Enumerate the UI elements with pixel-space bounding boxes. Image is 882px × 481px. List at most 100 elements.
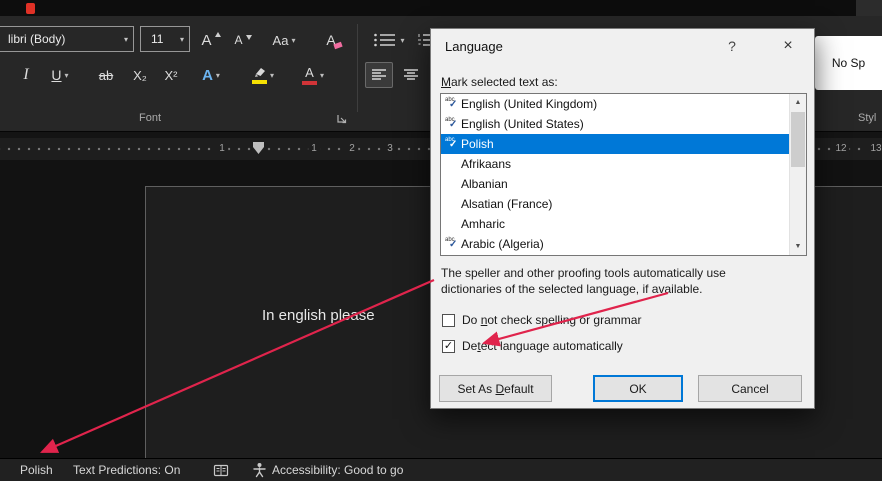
language-option[interactable]: abc ✓ Polish <box>441 134 789 154</box>
no-spellcheck-checkbox[interactable]: ✓ Do not check spelling or grammar <box>442 313 641 327</box>
superscript-button[interactable]: X² <box>157 62 185 88</box>
align-left-button[interactable] <box>365 62 393 88</box>
bullet-list-icon <box>374 33 396 47</box>
ribbon-corner-fragment <box>856 0 882 16</box>
spellcheck-icon: abc ✓ <box>445 97 458 110</box>
language-option[interactable]: abc✓ Alsatian (France) <box>441 194 789 214</box>
text-effects-button[interactable]: A ▾ <box>190 62 232 88</box>
status-bar: Polish Text Predictions: On Accessibilit… <box>0 458 882 481</box>
language-option[interactable]: abc✓ Afrikaans <box>441 154 789 174</box>
language-option-label: English (United States) <box>461 117 584 131</box>
language-option-label: Albanian <box>461 177 508 191</box>
language-status[interactable]: Polish <box>20 459 53 481</box>
spellcheck-icon: abc ✓ <box>445 237 458 250</box>
group-separator <box>357 24 358 112</box>
language-option[interactable]: abc✓ Albanian <box>441 174 789 194</box>
dialog-titlebar: Language ? × <box>431 29 814 63</box>
language-option[interactable]: abc ✓ English (United States) <box>441 114 789 134</box>
language-option-label: Alsatian (France) <box>461 197 553 211</box>
subscript-button[interactable]: X₂ <box>126 62 154 88</box>
font-dialog-launcher[interactable] <box>333 110 349 126</box>
accessibility-status-button[interactable] <box>252 459 267 481</box>
spellcheck-icon: abc ✓ <box>445 137 458 150</box>
clear-formatting-button[interactable]: A <box>314 27 348 53</box>
chevron-down-icon: ▾ <box>400 35 405 45</box>
no-spellcheck-label: Do not check spelling or grammar <box>462 313 642 327</box>
increase-arrow-icon <box>214 32 221 37</box>
proofing-book-icon <box>213 464 229 476</box>
ruler-number: 12 <box>832 142 850 156</box>
chevron-down-icon: ▾ <box>291 35 296 45</box>
font-color-button[interactable]: A ▾ <box>292 62 334 88</box>
language-option-label: Afrikaans <box>461 157 512 171</box>
detect-language-label: Detect language automatically <box>462 339 623 353</box>
close-button[interactable]: × <box>766 29 810 63</box>
ok-button[interactable]: OK <box>593 375 683 402</box>
grow-font-button[interactable]: A <box>196 27 226 53</box>
dialog-launcher-icon <box>336 114 346 123</box>
align-left-icon <box>372 69 386 80</box>
ruler-number: 3 <box>384 142 396 156</box>
titlebar <box>0 0 882 16</box>
style-card-no-spacing[interactable]: No Sp <box>815 36 882 90</box>
word-window: libri (Body) ▾ 11 ▾ A A Aa ▾ A ▾ I U ▾ a… <box>0 0 882 481</box>
set-as-default-button[interactable]: Set As Default <box>439 375 552 402</box>
language-option-label: Polish <box>461 137 494 151</box>
chevron-down-icon: ▾ <box>64 70 69 80</box>
ruler-number: 1 <box>216 142 228 156</box>
italic-button[interactable]: I <box>14 62 38 88</box>
proofing-status-button[interactable] <box>213 459 229 481</box>
bullets-button[interactable]: ▾ <box>365 27 413 53</box>
language-option-label: Arabic (Algeria) <box>461 237 544 251</box>
language-option[interactable]: abc✓ Amharic <box>441 214 789 234</box>
eraser-icon <box>333 41 343 50</box>
font-group-label: Font <box>138 112 161 124</box>
shrink-font-button[interactable]: A <box>229 27 257 53</box>
strikethrough-button[interactable]: ab <box>90 62 122 88</box>
description-text-line1: The speller and other proofing tools aut… <box>441 266 726 280</box>
decrease-arrow-icon <box>245 35 252 40</box>
dialog-title: Language <box>445 38 503 54</box>
chevron-down-icon: ▾ <box>123 34 128 44</box>
spellcheck-icon: abc ✓ <box>445 117 458 130</box>
language-listbox[interactable]: abc ✓ English (United Kingdom) abc ✓ Engli… <box>440 93 807 256</box>
styles-group-label: Styl <box>858 112 877 124</box>
scroll-up-icon[interactable]: ▲ <box>790 94 806 111</box>
scrollbar-thumb[interactable] <box>791 112 805 167</box>
text-predictions-status[interactable]: Text Predictions: On <box>73 459 180 481</box>
titlebar-red-icon <box>26 3 35 14</box>
checkbox-icon: ✓ <box>442 313 455 327</box>
align-center-icon <box>404 69 418 80</box>
chevron-down-icon: ▾ <box>269 70 274 80</box>
help-button[interactable]: ? <box>712 29 752 63</box>
checkmark-icon: ✓ <box>443 339 454 352</box>
language-rows: abc ✓ English (United Kingdom) abc ✓ Engli… <box>441 94 789 254</box>
language-option[interactable]: abc ✓ Arabic (Algeria) <box>441 234 789 254</box>
language-option-label: English (United Kingdom) <box>461 97 598 111</box>
accessibility-person-icon <box>253 463 266 478</box>
checkbox-icon: ✓ <box>442 339 455 353</box>
highlighter-pen-icon <box>254 68 265 77</box>
language-option-label: Amharic <box>461 217 506 231</box>
description-text-line2: dictionaries of the selected language, i… <box>441 282 703 296</box>
chevron-down-icon: ▾ <box>319 70 324 80</box>
language-option[interactable]: abc ✓ English (United Kingdom) <box>441 94 789 114</box>
change-case-button[interactable]: Aa ▾ <box>261 27 307 53</box>
highlight-color-bar <box>251 80 267 84</box>
font-color-bar <box>301 80 317 85</box>
detect-language-checkbox[interactable]: ✓ Detect language automatically <box>442 339 623 353</box>
align-center-button[interactable] <box>397 62 425 88</box>
font-size-combobox[interactable]: 11 ▾ <box>140 26 190 52</box>
ruler-number: 2 <box>346 142 358 156</box>
chevron-down-icon: ▾ <box>215 70 220 80</box>
first-line-indent-marker[interactable] <box>253 142 264 154</box>
text-highlight-button[interactable]: ▾ <box>240 62 286 88</box>
scroll-down-icon[interactable]: ▼ <box>790 238 806 255</box>
mark-text-label: Mark selected text as: <box>441 75 558 89</box>
listbox-scrollbar[interactable]: ▲ ▼ <box>789 94 806 255</box>
font-name-combobox[interactable]: libri (Body) ▾ <box>0 26 134 52</box>
document-text[interactable]: In english please <box>262 307 375 324</box>
underline-button[interactable]: U ▾ <box>42 62 78 88</box>
language-dialog: Language ? × Mark selected text as: abc ✓… <box>430 28 815 409</box>
cancel-button[interactable]: Cancel <box>698 375 802 402</box>
